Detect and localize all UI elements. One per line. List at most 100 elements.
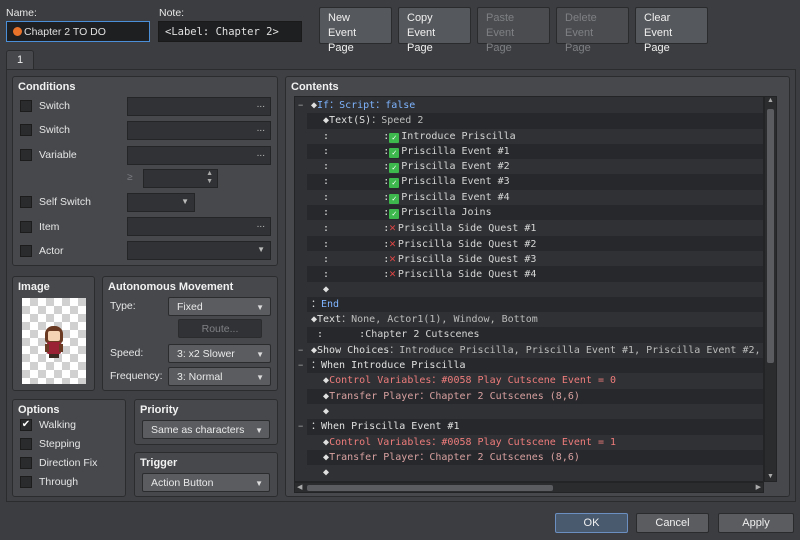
line-indent: : : (311, 269, 390, 281)
command-line[interactable]: ：When Priscilla Event #1 (307, 419, 763, 435)
switch1-field[interactable]: ... (127, 97, 271, 116)
ok-button[interactable]: OK (555, 513, 628, 533)
type-select[interactable]: Fixed ▼ (168, 297, 271, 316)
stepping-checkbox[interactable]: Stepping (20, 438, 80, 450)
line-prefix: ◆ (311, 405, 330, 417)
note-field[interactable]: <Label: Chapter 2> (158, 21, 302, 42)
tab-page-1[interactable]: 1 (6, 50, 34, 70)
walking-checkbox[interactable]: ✔ Walking (20, 419, 76, 431)
line-indent: : : (311, 207, 390, 219)
speed-select[interactable]: 3: x2 Slower ▼ (168, 344, 271, 363)
switch1-checkbox[interactable]: Switch (20, 100, 70, 112)
command-line[interactable]: : : ✓ Priscilla Event #2 (307, 159, 763, 174)
scroll-thumb[interactable] (767, 109, 774, 363)
scroll-down-icon[interactable]: ▼ (765, 473, 776, 480)
cancel-button[interactable]: Cancel (636, 513, 709, 533)
command-line[interactable]: ：End (307, 296, 763, 313)
item-checkbox[interactable]: Item (20, 221, 59, 233)
new-event-page-button[interactable]: New Event Page (319, 7, 392, 54)
scroll-h-thumb[interactable] (307, 485, 553, 491)
copy-event-page-button[interactable]: Copy Event Page (398, 7, 471, 54)
variable-field[interactable]: ... (127, 146, 271, 165)
cross-icon: ✕ (389, 221, 396, 235)
line-indent: : : (311, 176, 390, 188)
variable-value-spinner[interactable]: ▲ ▼ (143, 169, 218, 188)
movement-panel: Autonomous Movement Type: Fixed ▼ Route..… (102, 276, 278, 391)
command-line[interactable]: ◆Show Choices：Introduce Priscilla, Prisc… (307, 343, 763, 358)
command-line[interactable]: : :Chapter 2 Cutscenes (307, 327, 763, 343)
line-prefix: ◆ (311, 451, 330, 463)
line-keyword: If (317, 100, 330, 111)
apply-button[interactable]: Apply (718, 513, 794, 533)
collapse-icon[interactable]: − (298, 345, 303, 355)
clear-event-page-button[interactable]: Clear Event Page (635, 7, 708, 54)
collapse-icon[interactable]: − (298, 360, 303, 370)
command-line[interactable]: : : ✓ Priscilla Event #4 (307, 190, 763, 205)
switch2-field[interactable]: ... (127, 121, 271, 140)
scroll-right-icon[interactable]: ▶ (756, 483, 761, 491)
command-line[interactable]: ◆Transfer Player：Chapter 2 Cutscenes (8,… (307, 449, 763, 466)
options-title: Options (18, 404, 60, 416)
command-line[interactable]: ◆Control Variables：#0058 Play Cutscene E… (307, 373, 763, 388)
checkbox-box (20, 124, 32, 136)
paste-event-page-button[interactable]: Paste Event Page (477, 7, 550, 54)
scroll-up-icon[interactable]: ▲ (765, 97, 776, 104)
frequency-select[interactable]: 3: Normal ▼ (168, 367, 271, 386)
line-params: ：Speed 2 (371, 115, 424, 127)
command-line[interactable]: ◆Text：None, Actor1(1), Window, Bottom (307, 312, 763, 327)
collapse-icon[interactable]: − (298, 100, 303, 110)
contents-title: Contents (291, 81, 339, 93)
variable-checkbox[interactable]: Variable (20, 149, 77, 161)
scroll-left-icon[interactable]: ◀ (297, 483, 302, 491)
collapse-icon[interactable]: − (298, 421, 303, 431)
chevron-down-icon: ▼ (257, 245, 265, 254)
command-line[interactable]: ◆ (307, 465, 763, 480)
line-prefix: ◆Show Choices (311, 344, 390, 356)
line-text: Priscilla Event #4 (401, 191, 510, 203)
actor-select[interactable]: ▼ (127, 241, 271, 260)
command-line[interactable]: : : ✓ Introduce Priscilla (307, 129, 763, 144)
character-image[interactable] (22, 298, 86, 384)
actor-checkbox[interactable]: Actor (20, 245, 64, 257)
line-text: Introduce Priscilla (401, 130, 516, 142)
command-line[interactable]: : : ✓ Priscilla Event #1 (307, 143, 763, 160)
contents-list[interactable]: − − − − ◆If：Script：false ◆Text(S)：Speed … (294, 96, 764, 482)
command-line[interactable]: : :✕ Priscilla Side Quest #4 (307, 266, 763, 282)
delete-event-page-button[interactable]: Delete Event Page (556, 7, 629, 54)
speed-label: Speed: (110, 347, 144, 359)
through-checkbox[interactable]: Through (20, 476, 78, 488)
line-params: ：None, Actor1(1), Window, Bottom (341, 314, 538, 326)
command-line[interactable]: ◆If：Script：false (307, 98, 763, 113)
trigger-panel: Trigger Action Button ▼ (134, 452, 278, 497)
priority-select[interactable]: Same as characters ▼ (142, 420, 270, 439)
item-field[interactable]: ... (127, 217, 271, 236)
line-text: Priscilla Event #1 (401, 145, 510, 157)
switch2-checkbox[interactable]: Switch (20, 124, 70, 136)
command-line[interactable]: ◆ (307, 282, 763, 297)
command-line[interactable]: : : ✓ Priscilla Joins (307, 205, 763, 221)
trigger-select[interactable]: Action Button ▼ (142, 473, 270, 492)
vertical-scrollbar[interactable]: ▲ ▼ (764, 96, 777, 482)
command-line[interactable]: : :✕ Priscilla Side Quest #2 (307, 235, 763, 251)
command-line[interactable]: : :✕ Priscilla Side Quest #3 (307, 251, 763, 266)
note-label: Note: (159, 7, 185, 19)
self-switch-select[interactable]: ▼ (127, 193, 195, 212)
command-line[interactable]: ：When Introduce Priscilla (307, 358, 763, 374)
route-button[interactable]: Route... (178, 319, 262, 338)
command-line[interactable]: ◆Transfer Player：Chapter 2 Cutscenes (8,… (307, 388, 763, 404)
line-sep: ： (375, 100, 386, 111)
chevron-down-icon: ▼ (256, 350, 264, 359)
horizontal-scrollbar[interactable]: ◀ ▶ (294, 482, 764, 493)
name-field[interactable]: Chapter 2 TO DO (6, 21, 150, 42)
command-line[interactable]: ◆Control Variables：#0058 Play Cutscene E… (307, 435, 763, 450)
command-line[interactable]: : :✕ Priscilla Side Quest #1 (307, 220, 763, 235)
line-command: Control Variables：#0058 Play Cutscene Ev… (329, 375, 617, 387)
command-line[interactable]: ◆Text(S)：Speed 2 (307, 113, 763, 129)
spin-up-down-icon: ▲ ▼ (206, 170, 213, 185)
image-panel: Image (12, 276, 95, 391)
command-line[interactable]: ◆ (307, 404, 763, 419)
line-command: Transfer Player：Chapter 2 Cutscenes (8,6… (329, 451, 580, 463)
direction-fix-checkbox[interactable]: Direction Fix (20, 457, 97, 469)
self-switch-checkbox[interactable]: Self Switch (20, 196, 91, 208)
command-line[interactable]: : : ✓ Priscilla Event #3 (307, 174, 763, 190)
